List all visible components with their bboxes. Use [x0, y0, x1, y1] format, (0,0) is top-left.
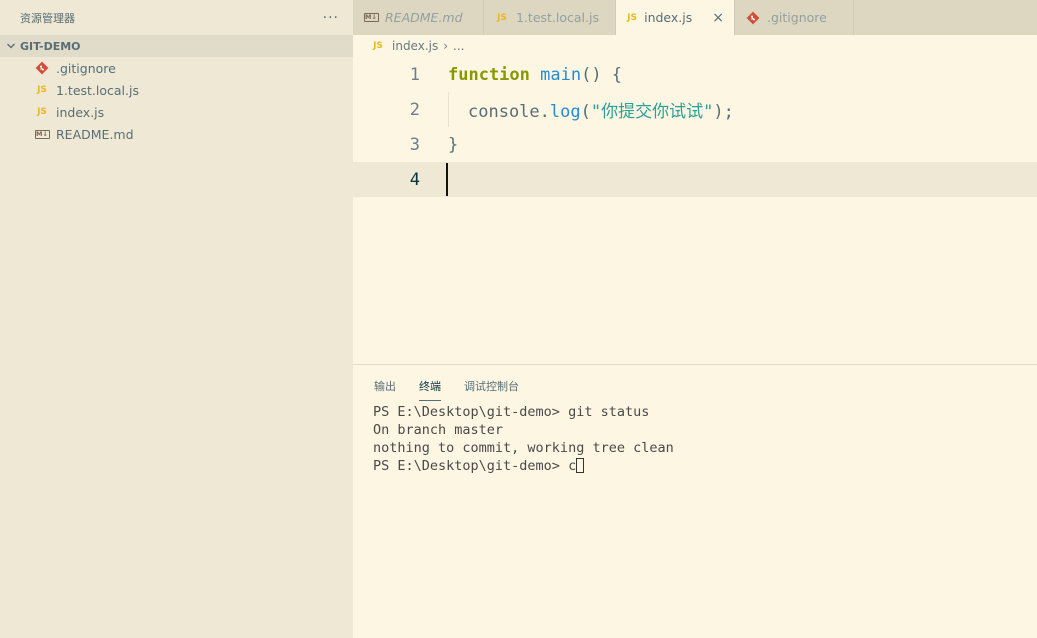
markdown-icon: M↓	[363, 13, 379, 22]
tab-terminal[interactable]: 终端	[419, 378, 441, 401]
bottom-panel: 输出 终端 调试控制台 PS E:\Desktop\git-demo> git …	[353, 364, 1037, 638]
line-number: 1	[409, 64, 420, 85]
folder-label: GIT-DEMO	[20, 39, 81, 53]
line-number: 3	[409, 134, 420, 155]
file-label: 1.test.local.js	[56, 82, 139, 98]
breadcrumb-file[interactable]: index.js	[392, 39, 438, 53]
tab-test-local-js[interactable]: JS 1.test.local.js	[484, 0, 616, 35]
code-line-current: 4	[353, 162, 1037, 197]
file-item-readme[interactable]: M↓ README.md	[0, 123, 353, 145]
file-item-index-js[interactable]: JS index.js	[0, 101, 353, 123]
file-label: index.js	[56, 104, 105, 120]
js-icon: JS	[627, 12, 637, 23]
git-icon	[34, 61, 50, 75]
terminal-prompt-line: PS E:\Desktop\git-demo> c	[373, 457, 674, 475]
terminal-cursor	[576, 458, 585, 473]
breadcrumb-symbol[interactable]: ...	[453, 39, 464, 53]
code-line: 1 function main() {	[353, 57, 1037, 92]
explorer-title: 资源管理器	[20, 11, 75, 25]
js-icon: JS	[37, 85, 47, 95]
editor-tabs: M↓ README.md JS 1.test.local.js JS index…	[353, 0, 1037, 35]
code-line: 3 }	[353, 127, 1037, 162]
folder-git-demo[interactable]: GIT-DEMO	[0, 35, 353, 57]
file-item-gitignore[interactable]: .gitignore	[0, 57, 353, 79]
markdown-icon: M↓	[34, 129, 50, 139]
tab-output[interactable]: 输出	[374, 378, 396, 401]
terminal-line: On branch master	[373, 422, 504, 438]
terminal-line: nothing to commit, working tree clean	[373, 440, 674, 456]
tab-label: README.md	[385, 10, 463, 25]
tab-index-js[interactable]: JS index.js ×	[616, 0, 735, 35]
file-label: README.md	[56, 126, 134, 142]
line-number: 2	[409, 99, 420, 120]
text-cursor	[446, 163, 448, 196]
git-icon	[745, 11, 761, 25]
more-actions-icon[interactable]: ···	[323, 10, 339, 26]
panel-tabs: 输出 终端 调试控制台	[353, 365, 1037, 401]
explorer-sidebar: 资源管理器 ··· GIT-DEMO .gitignore JS 1.test.…	[0, 0, 353, 638]
code-editor[interactable]: 1 function main() { 2 console.log("你提交你试…	[353, 57, 1037, 364]
tab-label: .gitignore	[767, 10, 827, 25]
js-icon: JS	[497, 12, 507, 23]
terminal-line: PS E:\Desktop\git-demo> git status	[373, 404, 650, 420]
tab-readme[interactable]: M↓ README.md	[353, 0, 484, 35]
chevron-right-icon: ›	[443, 39, 449, 53]
tab-label: index.js	[644, 10, 693, 25]
chevron-down-icon	[4, 41, 18, 51]
breadcrumb: JS index.js › ...	[353, 35, 1037, 57]
js-icon: JS	[373, 41, 383, 51]
file-item-test-local-js[interactable]: JS 1.test.local.js	[0, 79, 353, 101]
code-line: 2 console.log("你提交你试试");	[353, 92, 1037, 127]
tab-debug-console[interactable]: 调试控制台	[464, 378, 519, 401]
file-label: .gitignore	[56, 60, 116, 76]
explorer-header: 资源管理器 ···	[0, 0, 353, 35]
line-number: 4	[409, 169, 420, 190]
terminal-output[interactable]: PS E:\Desktop\git-demo> git status On br…	[373, 403, 674, 475]
close-icon[interactable]: ×	[712, 10, 724, 26]
tab-label: 1.test.local.js	[516, 10, 599, 25]
js-icon: JS	[37, 107, 47, 117]
tab-gitignore[interactable]: .gitignore	[735, 0, 854, 35]
